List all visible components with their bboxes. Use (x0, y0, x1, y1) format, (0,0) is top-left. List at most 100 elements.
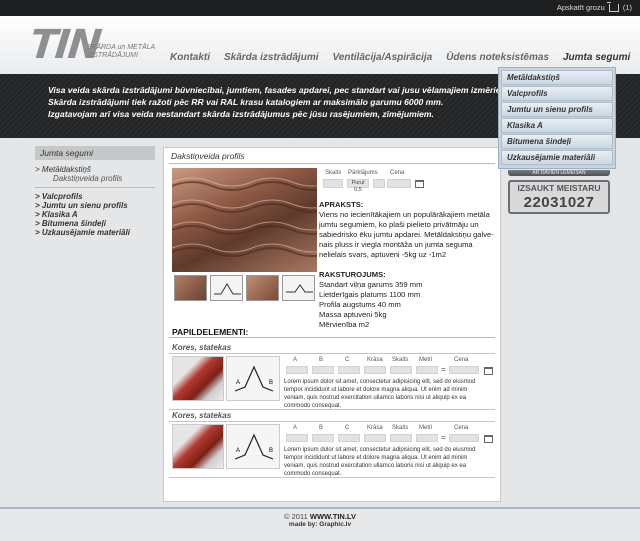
view-cart-label: Apskatīt grozu (556, 3, 605, 12)
coverage-input[interactable] (373, 179, 385, 188)
add-to-cart-icon[interactable] (482, 434, 493, 443)
equals-sign: = (441, 365, 446, 374)
jumta-segumi-dropdown: Metāldakstiņš Valcprofils Jumtu un sienu… (498, 67, 616, 169)
footer-made-by[interactable]: made by: Graphic.lv (0, 521, 640, 528)
ridge-profile-icon: A B (234, 433, 274, 460)
input-metri[interactable] (416, 434, 438, 442)
col-krasa: Krāsa (367, 425, 383, 431)
apraksts-heading: APRAKSTS: (319, 200, 364, 209)
input-metri[interactable] (416, 366, 438, 374)
add-to-cart-icon[interactable] (482, 366, 493, 375)
sidebar-item-label: Metāldakstiņš (41, 165, 91, 174)
dropdown-item-valcprofils[interactable]: Valcprofils (501, 86, 613, 101)
dropdown-item-jumtu-sienu-profils[interactable]: Jumtu un sienu profils (501, 102, 613, 117)
nav-jumta-segumi[interactable]: Jumta segumi (563, 52, 630, 63)
footer-site-link[interactable]: WWW.TIN.LV (310, 512, 356, 521)
nav-ventilacija[interactable]: Ventilācija/Aspirācija (332, 52, 432, 63)
thumbnail-3[interactable] (246, 275, 279, 301)
input-c[interactable] (338, 434, 360, 442)
call-master-label: IZSAUKT MEISTARU (517, 183, 601, 193)
accessory-description: Lorem ipsum dolor sit amet, consectetur … (284, 447, 476, 477)
col-a: A (293, 425, 298, 431)
sidebar-heading: Jumta segumi (35, 146, 155, 160)
title-divider (169, 163, 495, 164)
accessory-image[interactable] (172, 356, 224, 401)
coverage-select[interactable]: Purul 0,5 (347, 179, 369, 193)
thumbnail-2[interactable] (210, 275, 243, 301)
accessory-title: Kores, statekas (172, 343, 232, 352)
sidebar-item-valcprofils[interactable]: > Valcprofils (35, 192, 155, 201)
sidebar-item-label: Valcprofils (41, 192, 83, 201)
footer-copyright: © 2011 WWW.TIN.LV (0, 512, 640, 521)
sidebar-group: > Metāldakstiņš Dakstiņveida profils > V… (35, 165, 155, 237)
sidebar-item-label: Klasika A (41, 210, 78, 219)
input-a[interactable] (286, 366, 308, 374)
ridge-profile-icon: A B (234, 365, 274, 392)
promo-strip[interactable]: AR DAVIEN LEMEISAN (508, 170, 610, 176)
dropdown-item-metaldakstins[interactable]: Metāldakstiņš (501, 70, 613, 85)
accessory-image[interactable] (172, 424, 224, 469)
col-metri: Metri (419, 357, 433, 363)
sidebar-item-label: Jumtu un sienu profils (41, 201, 128, 210)
call-master-box[interactable]: IZSAUKT MEISTARU 22031027 (508, 180, 610, 214)
papildelementi-heading: PAPILDELEMENTI: (172, 327, 249, 337)
banner-line-1: Visa veida skārda izstrādājumi būvniecīb… (48, 85, 511, 95)
thumbnail-4[interactable] (282, 275, 315, 301)
logo-tagline-2: IZSTRĀDĀJUMI (87, 52, 138, 59)
product-image[interactable] (172, 168, 317, 272)
thumbnail-1[interactable] (174, 275, 207, 301)
col-c: C (345, 425, 350, 431)
accessory-divider (169, 421, 495, 422)
col-cena: Cena (454, 425, 469, 431)
sidebar-item-metaldakstins[interactable]: > Metāldakstiņš (35, 165, 155, 174)
price-field (387, 179, 411, 188)
copyright-text: © 2011 (284, 512, 308, 521)
banner-line-3: Izgatavojam arī visa veida nestandart sk… (48, 109, 434, 119)
nav-kontakti[interactable]: Kontakti (170, 52, 210, 63)
papildelementi-divider (169, 337, 495, 338)
banner-line-2: Skārda izstrādājumi tiek ražoti pēc RR v… (48, 97, 444, 107)
sidebar-item-jumtu-sienu[interactable]: > Jumtu un sienu profils (35, 201, 155, 210)
input-krasa[interactable] (364, 434, 386, 442)
dropdown-item-bitumena-sindeli[interactable]: Bitumena šindeļi (501, 134, 613, 149)
dropdown-item-uzkausejamie[interactable]: Uzkausējamie materiāli (501, 150, 613, 165)
label-cena: Cena (390, 170, 405, 176)
sidebar: Jumta segumi > Metāldakstiņš Dakstiņveid… (35, 146, 155, 237)
product-order-bar: Skaits Pārklājums Cena Purul 0,5 (321, 170, 424, 193)
input-skaits[interactable] (390, 434, 412, 442)
roof-tile-illustration (172, 177, 317, 257)
input-b[interactable] (312, 434, 334, 442)
sidebar-item-uzkausejamie[interactable]: > Uzkausējamie materiāli (35, 228, 155, 237)
sidebar-subitem-dakstinveida[interactable]: Dakstiņveida profils (35, 174, 155, 188)
add-to-cart-icon[interactable] (413, 179, 424, 188)
svg-text:A: A (236, 380, 240, 386)
input-b[interactable] (312, 366, 334, 374)
quantity-input[interactable] (323, 179, 343, 188)
sidebar-item-klasika-a[interactable]: > Klasika A (35, 210, 155, 219)
accessory-divider (169, 353, 495, 354)
accessory-divider (169, 477, 495, 478)
accessory-description: Lorem ipsum dolor sit amet, consectetur … (284, 379, 476, 409)
nav-udens-noteksistemas[interactable]: Ūdens noteksistēmas (446, 52, 549, 63)
input-c[interactable] (338, 366, 360, 374)
input-krasa[interactable] (364, 366, 386, 374)
main-nav: Kontakti Skārda izstrādājumi Ventilācija… (170, 52, 630, 63)
col-a: A (293, 357, 298, 363)
input-skaits[interactable] (390, 366, 412, 374)
price-field (449, 366, 479, 374)
sidebar-item-bitumena[interactable]: > Bitumena šindeļi (35, 219, 155, 228)
site-logo[interactable]: TIN SKĀRDA un METĀLA IZSTRĀDĀJUMI (28, 22, 170, 72)
accessory-item: Kores, statekas A B A B C Krāsa Skaits M… (169, 411, 495, 479)
svg-text:B: B (269, 448, 273, 454)
view-cart-link[interactable]: Apskatīt grozu (1) (556, 1, 632, 12)
label-parklajums: Pārklājums (348, 170, 378, 176)
accessory-title: Kores, statekas (172, 411, 232, 420)
nav-skarda-izstradajumi[interactable]: Skārda izstrādājumi (224, 52, 318, 63)
input-a[interactable] (286, 434, 308, 442)
col-metri: Metri (419, 425, 433, 431)
col-b: B (319, 357, 324, 363)
page-title: Dakstiņveida profils (171, 151, 245, 161)
svg-text:B: B (269, 380, 273, 386)
dropdown-item-klasika-a[interactable]: Klasika A (501, 118, 613, 133)
right-column: AR DAVIEN LEMEISAN IZSAUKT MEISTARU 2203… (508, 170, 610, 214)
